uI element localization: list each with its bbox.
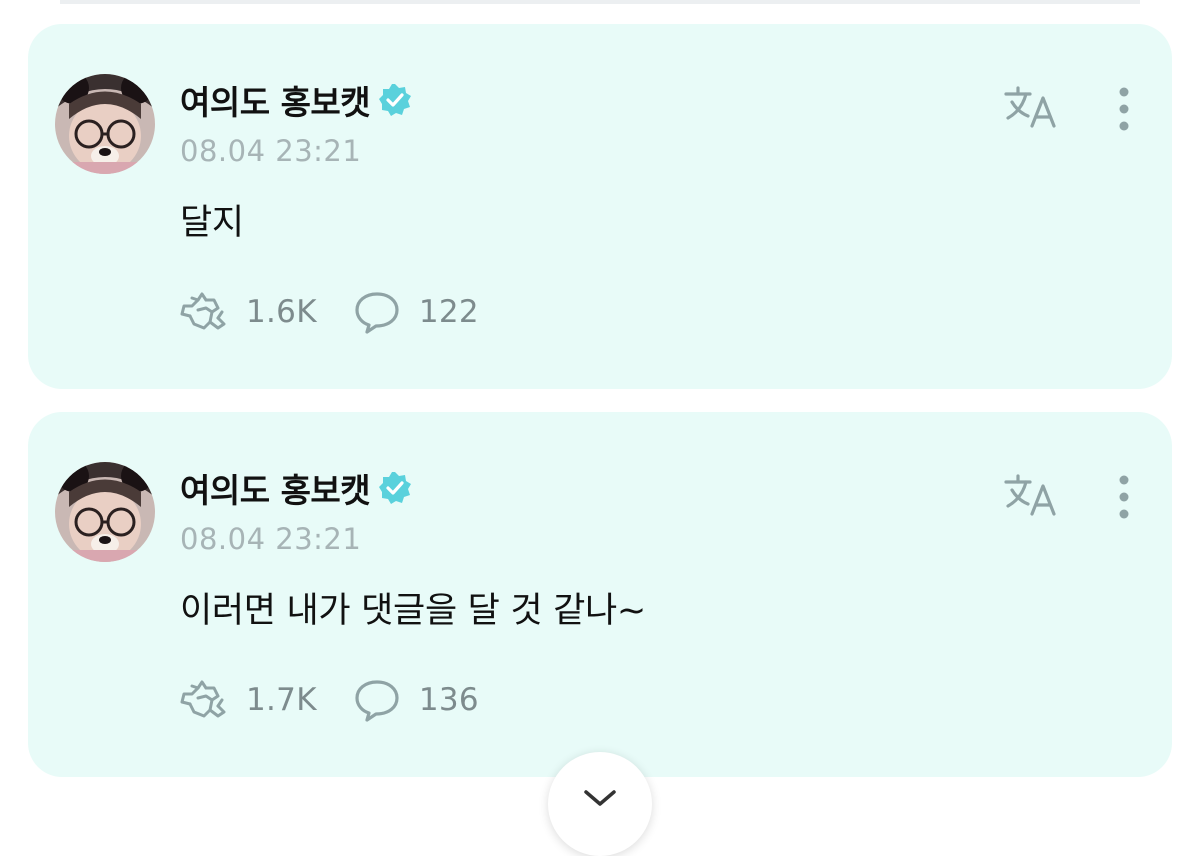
avatar[interactable] [55, 462, 155, 562]
translate-button[interactable] [1000, 82, 1060, 134]
comment-count: 122 [418, 294, 479, 330]
speech-bubble-icon [355, 680, 399, 722]
more-vertical-icon [1119, 475, 1129, 519]
username-row: 여의도 홍보캣 [180, 464, 412, 512]
translate-icon [1004, 86, 1056, 128]
more-vertical-icon [1119, 87, 1129, 131]
post-message: 달지 [180, 203, 244, 243]
verified-badge-icon [378, 471, 412, 505]
post-card: 여의도 홍보캣 08.04 23:21 달지 1.6K 122 [28, 24, 1172, 389]
like-count: 1.6K [246, 294, 317, 330]
scroll-down-button[interactable] [548, 752, 652, 856]
username-row: 여의도 홍보캣 [180, 76, 412, 124]
translate-icon [1004, 474, 1056, 516]
heart-hands-icon [180, 292, 226, 330]
post-message: 이러면 내가 댓글을 달 것 같나~ [180, 591, 646, 631]
post-timestamp: 08.04 23:21 [180, 522, 362, 556]
post-stats: 1.6K 122 [178, 290, 479, 334]
more-options-button[interactable] [1106, 472, 1142, 524]
comment-button[interactable]: 122 [351, 290, 479, 334]
like-button[interactable]: 1.7K [178, 678, 317, 722]
comment-button[interactable]: 136 [351, 678, 479, 722]
like-button[interactable]: 1.6K [178, 290, 317, 334]
username[interactable]: 여의도 홍보캣 [180, 76, 371, 124]
like-count: 1.7K [246, 682, 317, 718]
verified-badge-icon [378, 83, 412, 117]
post-stats: 1.7K 136 [178, 678, 479, 722]
post-card: 여의도 홍보캣 08.04 23:21 이러면 내가 댓글을 달 것 같나~ 1… [28, 412, 1172, 777]
avatar[interactable] [55, 74, 155, 174]
comment-count: 136 [418, 682, 479, 718]
more-options-button[interactable] [1106, 84, 1142, 136]
translate-button[interactable] [1000, 470, 1060, 522]
top-divider [60, 0, 1140, 4]
heart-hands-icon [180, 680, 226, 718]
post-timestamp: 08.04 23:21 [180, 134, 362, 168]
speech-bubble-icon [355, 292, 399, 334]
username[interactable]: 여의도 홍보캣 [180, 464, 371, 512]
chevron-down-icon [584, 790, 616, 806]
